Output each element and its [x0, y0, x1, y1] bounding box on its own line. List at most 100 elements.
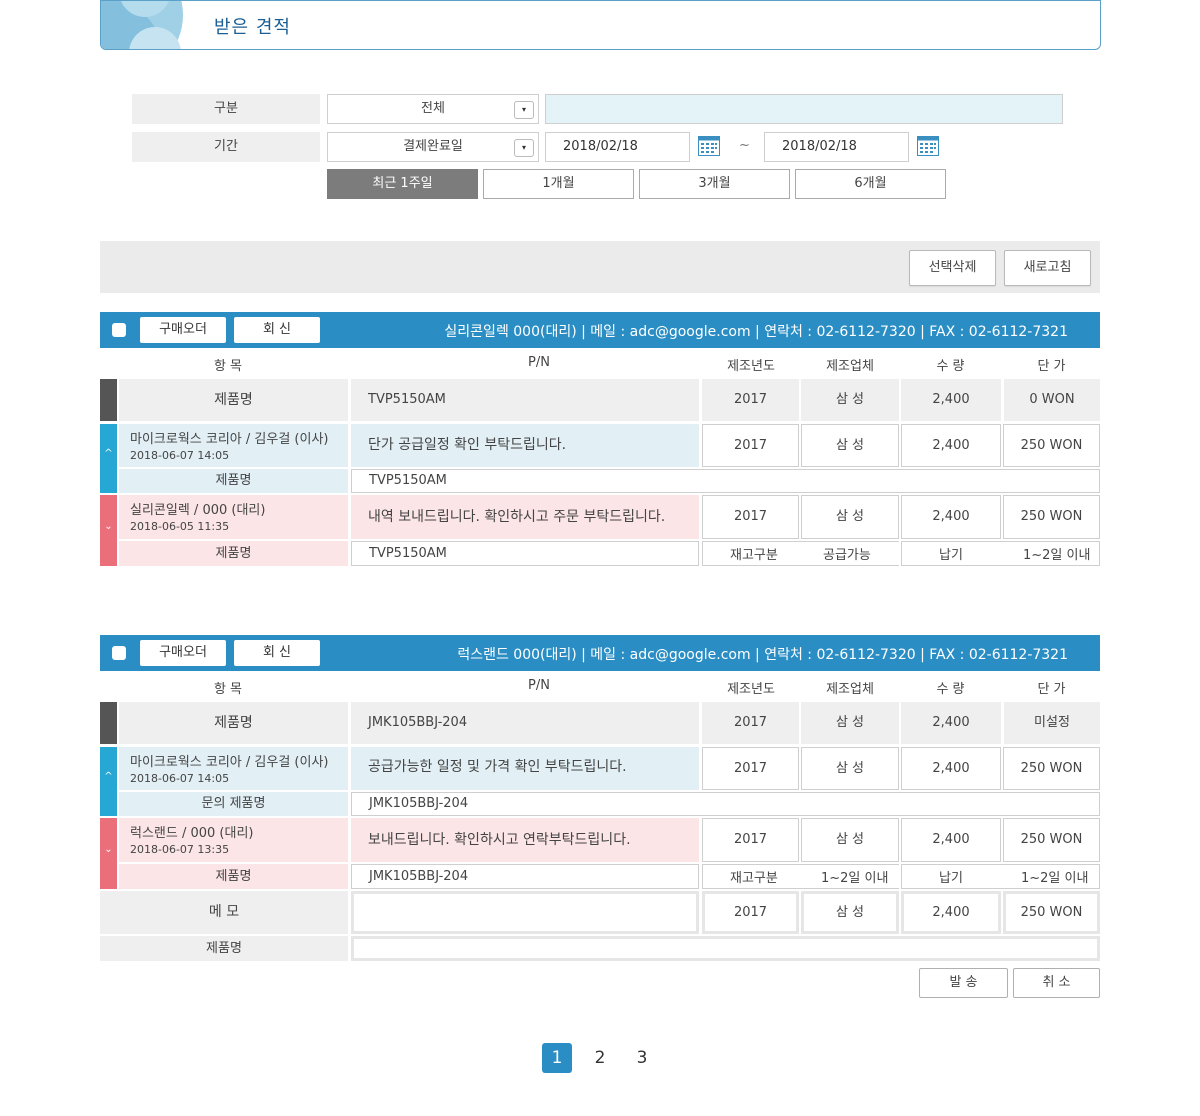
delivery-info: 납기 1~2일 이내: [901, 541, 1100, 566]
calendar-icon[interactable]: [917, 136, 939, 156]
period-type-value: 결제완료일: [403, 139, 463, 154]
price-value: 0 WON: [1004, 379, 1100, 421]
message-text: 내역 보내드립니다. 확인하시고 주문 부탁드립니다.: [351, 495, 699, 539]
part-number: JMK105BBJ-204: [351, 792, 1100, 816]
maker-value: 삼 성: [801, 379, 899, 421]
send-button[interactable]: 발 송: [919, 968, 1008, 998]
price-value: 250 WON: [1003, 818, 1100, 862]
product-name-label: 제품명: [119, 864, 348, 889]
product-name-label: 제품명: [119, 379, 348, 421]
product-name-label: 제품명: [119, 541, 348, 566]
delivery-label: 납기: [939, 871, 963, 886]
column-header-qty: 수 량: [936, 682, 965, 697]
price-value: 미설정: [1004, 702, 1100, 744]
row-indicator: [100, 702, 117, 744]
quote-select-checkbox[interactable]: [112, 646, 126, 660]
range-3month-button[interactable]: 3개월: [639, 169, 790, 199]
quote-select-checkbox[interactable]: [112, 323, 126, 337]
column-header-price: 단 가: [1037, 682, 1066, 697]
delivery-info: 납기 1~2일 이내: [901, 864, 1100, 889]
part-number: JMK105BBJ-204: [351, 702, 699, 744]
cancel-button[interactable]: 취 소: [1013, 968, 1100, 998]
range-1month-button[interactable]: 1개월: [483, 169, 634, 199]
sender-info: 마이크로웍스 코리아 / 김우걸 (이사) 2018-06-07 14:05: [119, 747, 348, 790]
memo-textarea[interactable]: [351, 891, 699, 934]
page-3-link[interactable]: 3: [627, 1043, 657, 1073]
calendar-icon[interactable]: [698, 136, 720, 156]
message-text: 단가 공급일정 확인 부탁드립니다.: [351, 424, 699, 467]
search-input[interactable]: [545, 94, 1063, 124]
purchase-order-button[interactable]: 구매오더: [140, 640, 226, 666]
price-value: 250 WON: [1003, 495, 1100, 539]
period-type-select[interactable]: 결제완료일 ▾: [327, 132, 539, 162]
message-toggle[interactable]: ^: [100, 424, 117, 493]
year-value: 2017: [702, 818, 799, 862]
message-toggle[interactable]: ⌄: [100, 818, 117, 889]
memo-label: 메 모: [100, 891, 348, 934]
quantity-value: 2,400: [901, 424, 1001, 467]
part-number: TVP5150AM: [351, 541, 699, 566]
date-range-separator: ~: [739, 138, 750, 153]
year-value: 2017: [702, 747, 799, 790]
column-header-pn: P/N: [528, 678, 550, 693]
period-label: 기간: [132, 132, 320, 162]
column-header-item: 항 목: [213, 682, 243, 697]
range-1week-button[interactable]: 최근 1주일: [327, 169, 478, 199]
column-header-qty: 수 량: [936, 359, 965, 374]
sender-name: 실리콘일렉 / 000 (대리): [130, 503, 266, 518]
range-6month-button[interactable]: 6개월: [795, 169, 946, 199]
quantity-value: 2,400: [901, 747, 1001, 790]
message-date: 2018-06-05 11:35: [130, 520, 230, 533]
year-value: 2017: [702, 424, 799, 467]
maker-input[interactable]: 삼 성: [801, 891, 899, 934]
refresh-button[interactable]: 새로고침: [1004, 250, 1091, 286]
row-indicator: [100, 379, 117, 421]
page-title: 받은 견적: [214, 17, 291, 38]
sender-info: 실리콘일렉 / 000 (대리) 2018-06-05 11:35: [119, 495, 348, 539]
stock-info: 재고구분 1~2일 이내: [702, 864, 899, 889]
maker-value: 삼 성: [801, 747, 899, 790]
sender-name: 마이크로웍스 코리아 / 김우걸 (이사): [130, 755, 329, 770]
product-name-input[interactable]: [351, 936, 1100, 961]
column-header-year: 제조년도: [727, 359, 775, 374]
date-from-input[interactable]: 2018/02/18: [545, 132, 690, 162]
delivery-label: 납기: [939, 548, 963, 563]
quote-header: 구매오더 회 신 럭스랜드 000(대리) | 메일 : adc@google.…: [100, 635, 1100, 671]
category-label: 구분: [132, 94, 320, 124]
price-value: 250 WON: [1003, 747, 1100, 790]
price-value: 250 WON: [1003, 424, 1100, 467]
message-toggle[interactable]: ^: [100, 747, 117, 816]
reply-button[interactable]: 회 신: [234, 640, 320, 666]
year-value: 2017: [702, 702, 799, 744]
quantity-value: 2,400: [901, 495, 1001, 539]
sender-name: 마이크로웍스 코리아 / 김우걸 (이사): [130, 432, 329, 447]
chevron-down-icon: ⌄: [104, 844, 113, 855]
purchase-order-button[interactable]: 구매오더: [140, 317, 226, 343]
year-value: 2017: [702, 495, 799, 539]
stock-type-value: 1~2일 이내: [821, 871, 889, 886]
maker-value: 삼 성: [801, 702, 899, 744]
page-2-link[interactable]: 2: [585, 1043, 615, 1073]
sender-name: 럭스랜드 / 000 (대리): [130, 826, 254, 841]
chevron-up-icon: ^: [104, 448, 113, 459]
quantity-input[interactable]: 2,400: [901, 891, 1001, 934]
quantity-value: 2,400: [901, 818, 1001, 862]
product-name-label: 제품명: [119, 469, 348, 493]
dropdown-arrow-icon: ▾: [514, 101, 534, 119]
date-to-input[interactable]: 2018/02/18: [764, 132, 909, 162]
quantity-value: 2,400: [901, 379, 1001, 421]
product-name-label: 제품명: [119, 702, 348, 744]
delivery-value: 1~2일 이내: [1021, 871, 1089, 886]
category-select[interactable]: 전체 ▾: [327, 94, 539, 124]
delete-selected-button[interactable]: 선택삭제: [909, 250, 996, 286]
maker-value: 삼 성: [801, 424, 899, 467]
year-input[interactable]: 2017: [702, 891, 799, 934]
message-toggle[interactable]: ⌄: [100, 495, 117, 566]
sender-info: 럭스랜드 / 000 (대리) 2018-06-07 13:35: [119, 818, 348, 862]
price-input[interactable]: 250 WON: [1003, 891, 1100, 934]
message-text: 공급가능한 일정 및 가격 확인 부탁드립니다.: [351, 747, 699, 790]
reply-button[interactable]: 회 신: [234, 317, 320, 343]
page-1-link[interactable]: 1: [542, 1043, 572, 1073]
quote-contact-info: 실리콘일렉 000(대리) | 메일 : adc@google.com | 연락…: [444, 324, 1068, 340]
column-header-maker: 제조업체: [826, 682, 874, 697]
